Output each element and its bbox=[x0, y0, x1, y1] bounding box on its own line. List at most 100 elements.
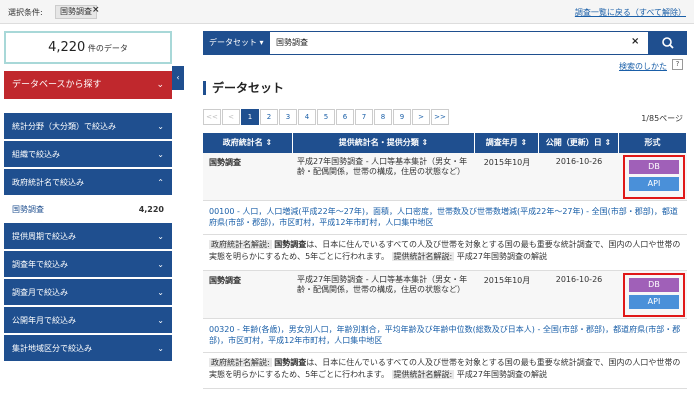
search-icon bbox=[662, 37, 674, 49]
pager-page[interactable]: 7 bbox=[355, 109, 373, 125]
nav-item-cycle[interactable]: 提供周期で絞込み ⌄ bbox=[4, 223, 172, 251]
nav-item-organization[interactable]: 組織で絞込み ⌄ bbox=[4, 141, 172, 169]
pager-page[interactable]: 2 bbox=[260, 109, 278, 125]
desc-survey-name: 国勢調査 bbox=[274, 358, 307, 367]
nav-item-month[interactable]: 調査月で絞込み ⌄ bbox=[4, 279, 172, 307]
column-header[interactable]: 提供統計名・提供分類 ⇕ bbox=[293, 133, 475, 153]
published-date: 2016-10-26 bbox=[555, 157, 603, 166]
page-info: 1/85ページ bbox=[641, 114, 683, 123]
chevron-up-icon: ⌃ bbox=[157, 178, 164, 187]
main-content: データセット ▾ 国勢調査 × 検索のしかた ? データセット << < 1 2… bbox=[203, 31, 687, 389]
search-type-select[interactable]: データセット ▾ bbox=[203, 31, 269, 55]
nav-item-label: 提供周期で絞込み bbox=[12, 232, 76, 241]
back-to-survey-list-link[interactable]: 調査一覧に戻る（すべて解除） bbox=[575, 7, 686, 18]
format-highlight: DB API bbox=[623, 155, 685, 199]
chevron-down-icon: ⌄ bbox=[157, 260, 164, 269]
description: 政府統計名解説: 国勢調査は、日本に住んでいるすべての人及び世帯を対象とする国の… bbox=[203, 235, 687, 271]
column-header: 形式 bbox=[619, 133, 687, 153]
format-cell: DB API bbox=[619, 153, 687, 200]
prov-label: 提供統計名解説: bbox=[391, 252, 455, 261]
format-cell: DB API bbox=[619, 271, 687, 318]
pager-prev[interactable]: < bbox=[222, 109, 240, 125]
column-header[interactable]: 調査年月 ⇕ bbox=[475, 133, 539, 153]
description: 政府統計名解説: 国勢調査は、日本に住んでいるすべての人及び世帯を対象とする国の… bbox=[203, 353, 687, 389]
sidebar-collapse-button[interactable]: ‹ bbox=[172, 66, 184, 90]
chevron-down-icon: ⌄ bbox=[157, 232, 164, 241]
pager-page[interactable]: 9 bbox=[393, 109, 411, 125]
clear-search-icon[interactable]: × bbox=[631, 36, 639, 47]
filter-nav: 統計分野（大分類）で絞込み ⌄ 組織で絞込み ⌄ 政府統計名で絞込み ⌃ 国勢調査 4,… bbox=[4, 113, 172, 363]
filter-condition-label: 選択条件: bbox=[8, 8, 43, 17]
dataset-link[interactable]: 00320 - 年齢(各歳)，男女別人口，年齢別割合，平均年齢及び年齢中位数(総… bbox=[203, 319, 687, 353]
format-highlight: DB API bbox=[623, 273, 685, 317]
desc-label: 政府統計名解説: bbox=[209, 358, 272, 367]
pager-page[interactable]: 5 bbox=[317, 109, 335, 125]
help-icon[interactable]: ? bbox=[672, 59, 683, 70]
nav-item-field[interactable]: 統計分野（大分類）で絞込み ⌄ bbox=[4, 113, 172, 141]
column-header[interactable]: 政府統計名 ⇕ bbox=[203, 133, 293, 153]
nav-subitem-label: 国勢調査 bbox=[12, 205, 44, 214]
pager-page[interactable]: 3 bbox=[279, 109, 297, 125]
top-filter-bar: 選択条件: 国勢調査 × 調査一覧に戻る（すべて解除） bbox=[0, 0, 694, 24]
pager-last[interactable]: >> bbox=[431, 109, 449, 125]
table-row: 国勢調査 平成27年国勢調査 - 人口等基本集計（男女・年齢・配偶関係，世帯の構… bbox=[203, 153, 687, 201]
sidebar: 4,220 件のデータ データベースから探す ⌄ 統計分野（大分類）で絞込み ⌄ … bbox=[4, 31, 172, 363]
page-title: データセット bbox=[203, 81, 284, 95]
desc-survey-name: 国勢調査 bbox=[274, 240, 307, 249]
dataset-title: 平成27年国勢調査 - 人口等基本集計（男女・年齢・配偶関係，世帯の構成，住居の… bbox=[297, 157, 468, 176]
pager-page[interactable]: 8 bbox=[374, 109, 392, 125]
database-search-label: データベースから探す bbox=[12, 80, 102, 90]
nav-item-label: 公開年月で絞込み bbox=[12, 316, 76, 325]
nav-item-region[interactable]: 集計地域区分で絞込み ⌄ bbox=[4, 335, 172, 363]
survey-month: 2015年10月 bbox=[483, 158, 531, 167]
chevron-down-icon: ⌄ bbox=[157, 150, 164, 159]
chevron-down-icon: ⌄ bbox=[157, 344, 164, 353]
api-button[interactable]: API bbox=[629, 177, 679, 191]
nav-item-label: 調査月で絞込み bbox=[12, 288, 68, 297]
chevron-down-icon: ⌄ bbox=[157, 288, 164, 297]
db-button[interactable]: DB bbox=[629, 278, 679, 292]
survey-name: 国勢調査 bbox=[209, 158, 241, 167]
nav-item-survey-name[interactable]: 政府統計名で絞込み ⌃ bbox=[4, 169, 172, 197]
filter-chip-close-icon[interactable]: × bbox=[92, 5, 100, 15]
prov-text: 平成27年国勢調査の解説 bbox=[456, 370, 547, 379]
chevron-down-icon: ⌄ bbox=[157, 122, 164, 131]
search-input[interactable]: 国勢調査 bbox=[269, 31, 649, 55]
database-search-button[interactable]: データベースから探す ⌄ bbox=[4, 71, 172, 99]
pager-page[interactable]: 4 bbox=[298, 109, 316, 125]
prov-text: 平成27年国勢調査の解説 bbox=[456, 252, 547, 261]
nav-subitem-selected[interactable]: 国勢調査 4,220 bbox=[4, 197, 172, 223]
nav-item-publish-month[interactable]: 公開年月で絞込み ⌄ bbox=[4, 307, 172, 335]
nav-item-label: 組織で絞込み bbox=[12, 150, 60, 159]
pager-first[interactable]: << bbox=[203, 109, 221, 125]
search-help-link[interactable]: 検索のしかた bbox=[619, 61, 667, 72]
pager-page[interactable]: 6 bbox=[336, 109, 354, 125]
nav-item-label: 調査年で絞込み bbox=[12, 260, 68, 269]
column-header[interactable]: 公開（更新）日 ⇕ bbox=[539, 133, 619, 153]
db-button[interactable]: DB bbox=[629, 160, 679, 174]
nav-item-label: 集計地域区分で絞込み bbox=[12, 344, 92, 353]
dataset-table: 政府統計名 ⇕ 提供統計名・提供分類 ⇕ 調査年月 ⇕ 公開（更新）日 ⇕ 形式… bbox=[203, 133, 687, 389]
result-count-unit: 件のデータ bbox=[87, 44, 128, 53]
api-button[interactable]: API bbox=[629, 295, 679, 309]
survey-month: 2015年10月 bbox=[483, 276, 531, 285]
desc-label: 政府統計名解説: bbox=[209, 240, 272, 249]
nav-subitem-count: 4,220 bbox=[138, 205, 164, 214]
pager-page[interactable]: 1 bbox=[241, 109, 259, 125]
prov-label: 提供統計名解説: bbox=[391, 370, 455, 379]
pager-next[interactable]: > bbox=[412, 109, 430, 125]
table-header: 政府統計名 ⇕ 提供統計名・提供分類 ⇕ 調査年月 ⇕ 公開（更新）日 ⇕ 形式 bbox=[203, 133, 687, 153]
nav-item-label: 統計分野（大分類）で絞込み bbox=[12, 122, 116, 131]
dataset-link[interactable]: 00100 - 人口，人口増減(平成22年～27年)，面積，人口密度，世帯数及び… bbox=[203, 201, 687, 235]
result-count: 4,220 bbox=[48, 40, 86, 55]
nav-item-label: 政府統計名で絞込み bbox=[12, 178, 84, 187]
dataset-title: 平成27年国勢調査 - 人口等基本集計（男女・年齢・配偶関係，世帯の構成，住居の… bbox=[297, 275, 468, 294]
table-row: 国勢調査 平成27年国勢調査 - 人口等基本集計（男女・年齢・配偶関係，世帯の構… bbox=[203, 271, 687, 319]
search-button[interactable] bbox=[649, 31, 687, 55]
published-date: 2016-10-26 bbox=[555, 275, 603, 284]
result-count-box: 4,220 件のデータ bbox=[4, 31, 172, 64]
survey-name: 国勢調査 bbox=[209, 276, 241, 285]
nav-item-year[interactable]: 調査年で絞込み ⌄ bbox=[4, 251, 172, 279]
chevron-down-icon: ⌄ bbox=[157, 316, 164, 325]
pagination: << < 1 2 3 4 5 6 7 8 9 > >> bbox=[203, 109, 450, 125]
